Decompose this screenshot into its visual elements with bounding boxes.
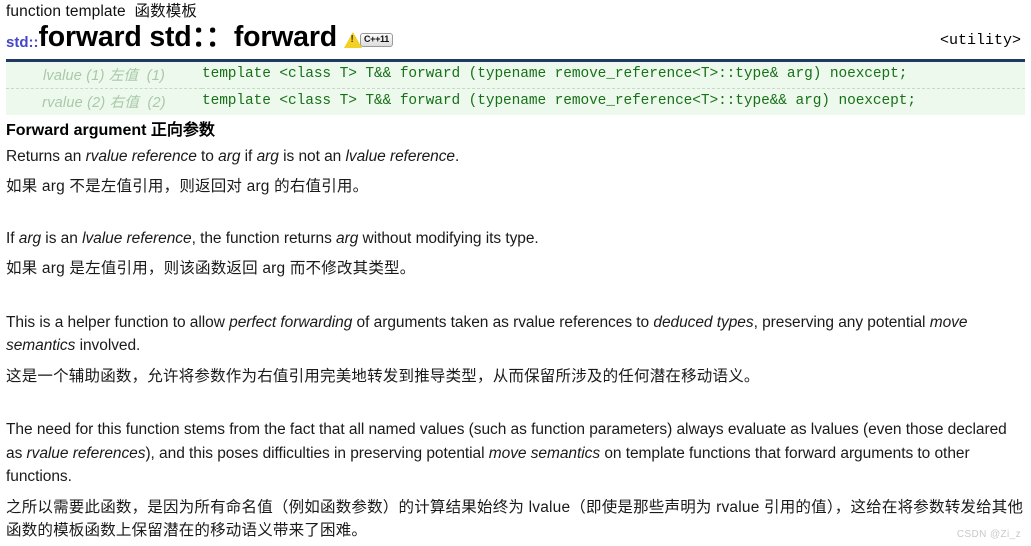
csdn-watermark: CSDN @Zi_z xyxy=(956,529,1021,540)
paragraph-en: If arg is an lvalue reference, the funct… xyxy=(6,229,539,247)
cpp-version-badge: C++11 xyxy=(359,33,393,48)
badge-group: C++11 xyxy=(343,32,393,49)
table-row: lvalue (1) 左值 (1) template <class T> T&&… xyxy=(6,62,1025,89)
section-heading: Forward argument 正向参数 xyxy=(6,121,215,139)
signature-code: template <class T> T&& forward (typename… xyxy=(202,87,1025,115)
paragraph-zh: 之所以需要此函数，是因为所有命名值（例如函数参数）的计算结果始终为 lvalue… xyxy=(6,498,1024,540)
signature-label: lvalue (1) 左值 (1) xyxy=(42,67,166,84)
title-left-group: std:: forward std：：forward C++11 xyxy=(6,23,393,52)
signature-table: lvalue (1) 左值 (1) template <class T> T&&… xyxy=(6,61,1025,115)
paragraph-en: The need for this function stems from th… xyxy=(6,421,1007,485)
title-row: std:: forward std：：forward C++11 <utilit… xyxy=(6,23,1025,52)
include-header-label: <utility> xyxy=(939,31,1021,49)
paragraph-en: This is a helper function to allow perfe… xyxy=(6,313,968,355)
signature-label: rvalue (2) 右值 (2) xyxy=(6,87,202,115)
paragraph-zh: 这是一个辅助函数，允许将参数作为右值引用完美地转发到推导类型，从而保留所涉及的任… xyxy=(6,367,760,385)
article-body: Forward argument 正向参数 Returns an rvalue … xyxy=(6,120,1025,543)
warning-triangle-icon xyxy=(343,32,362,49)
paragraph-en: Returns an rvalue reference to arg if ar… xyxy=(6,147,460,165)
page-title: forward std：：forward xyxy=(38,21,338,53)
paragraph-zh: 如果 arg 是左值引用，则该函数返回 arg 而不修改其类型。 xyxy=(6,260,416,277)
table-row: rvalue (2) 右值 (2) template <class T> T&&… xyxy=(6,87,1025,115)
page-kicker: function template 函数模板 xyxy=(6,3,197,20)
namespace-prefix: std:: xyxy=(6,33,39,51)
paragraph-zh: 如果 arg 不是左值引用，则返回对 arg 的右值引用。 xyxy=(6,178,369,195)
signature-table-body: lvalue (1) 左值 (1) template <class T> T&&… xyxy=(6,62,1025,115)
signature-code: template <class T> T&& forward (typename… xyxy=(202,66,908,82)
document-page: function template 函数模板 std:: forward std… xyxy=(0,0,1031,546)
